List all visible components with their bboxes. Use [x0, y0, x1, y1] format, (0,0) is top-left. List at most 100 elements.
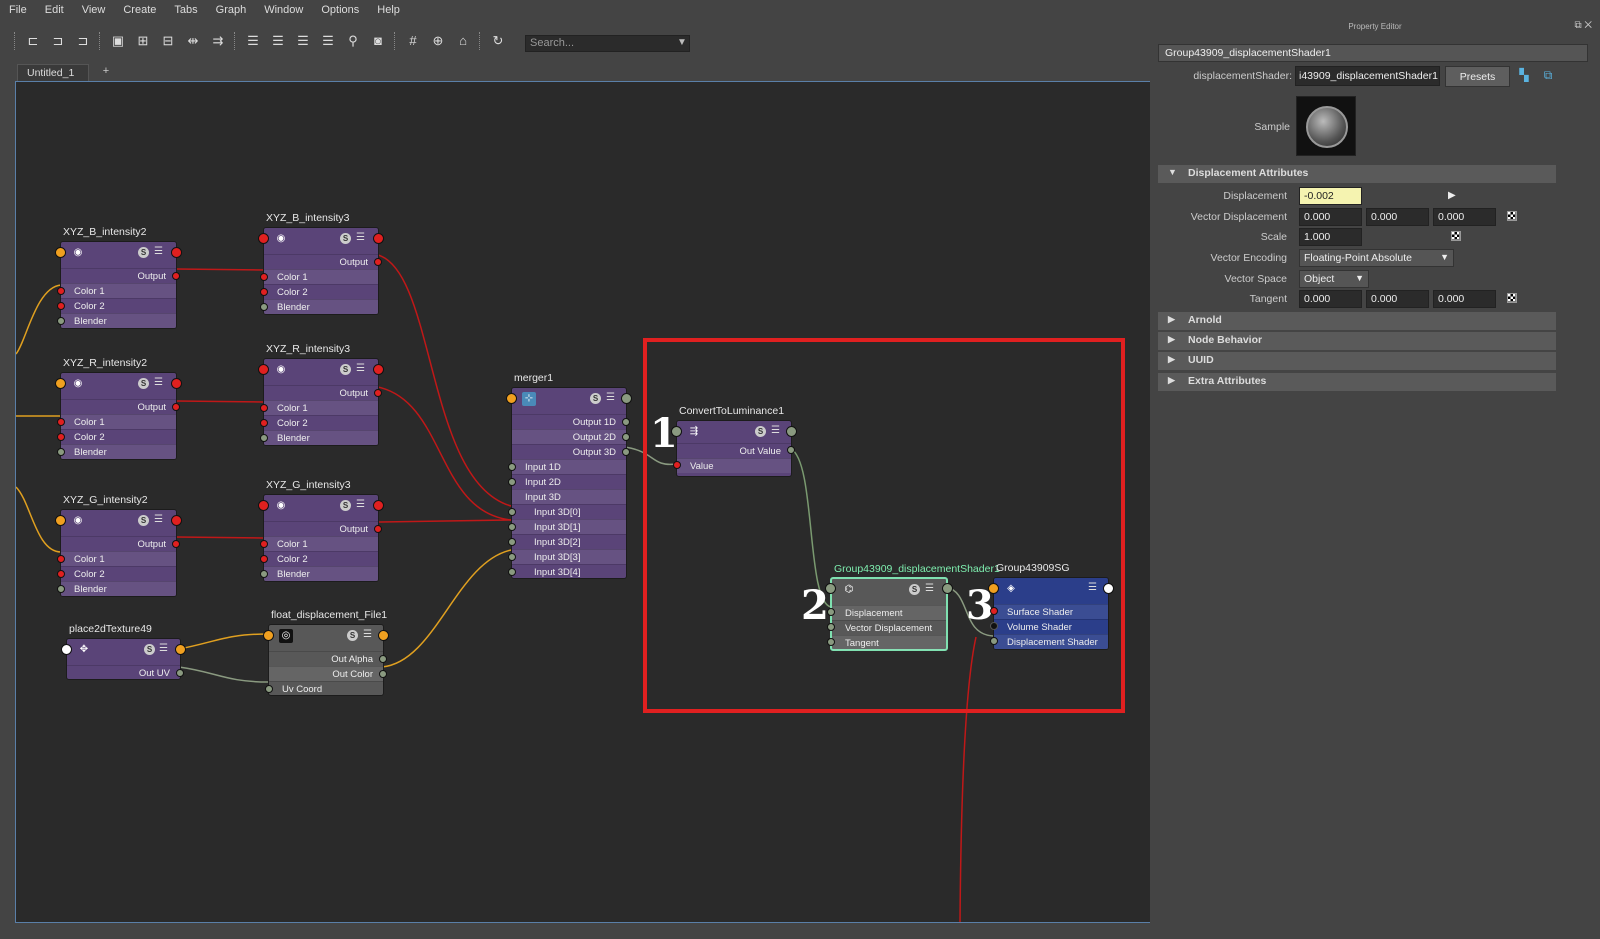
input-port[interactable] [508, 538, 516, 546]
input-port[interactable] [260, 540, 268, 548]
node-xyz-r-intensity2[interactable]: XYZ_R_intensity2 ◉ S ☰ Output Color 1 Colo… [55, 357, 182, 460]
chevron-down-icon[interactable]: ▼ [677, 37, 687, 48]
menu-edit[interactable]: Edit [36, 0, 73, 20]
add-tab-button[interactable]: + [96, 64, 116, 81]
input-port[interactable] [825, 583, 836, 594]
custom-mode-icon[interactable]: ☰ [318, 31, 338, 51]
input-port[interactable] [988, 583, 999, 594]
snap-icon[interactable]: ⊕ [428, 31, 448, 51]
remove-selected-icon[interactable]: ⊟ [158, 31, 178, 51]
node-tab[interactable]: Group43909_displacementShader1 [1158, 44, 1588, 62]
input-port[interactable] [827, 608, 835, 616]
input-port[interactable] [260, 555, 268, 563]
menu-tabs[interactable]: Tabs [165, 0, 206, 20]
node-merger1[interactable]: merger1 ⊹ S ☰ Output 1D Output 2D Output 3… [506, 372, 632, 579]
output-port[interactable] [175, 644, 186, 655]
input-port[interactable] [508, 523, 516, 531]
scale-field[interactable]: 1.000 [1299, 228, 1362, 246]
input-port[interactable] [265, 685, 273, 693]
tangent-y-field[interactable]: 0.000 [1366, 290, 1429, 308]
refresh-icon[interactable]: ↻ [488, 31, 508, 51]
graph-layout-icon[interactable]: ⇹ [183, 31, 203, 51]
input-port[interactable] [57, 287, 65, 295]
input-port[interactable] [260, 288, 268, 296]
input-port[interactable] [258, 500, 269, 511]
swatch-mode-icon[interactable]: S [138, 378, 149, 389]
search-node-icon[interactable]: ⚲ [343, 31, 363, 51]
output-port[interactable] [942, 583, 953, 594]
show-input-icon[interactable]: ▚ [1517, 68, 1531, 82]
output-port[interactable] [171, 378, 182, 389]
swatch-mode-icon[interactable]: S [755, 426, 766, 437]
rearrange-icon[interactable]: ⇉ [208, 31, 228, 51]
input-port[interactable] [508, 478, 516, 486]
input-port[interactable] [57, 302, 65, 310]
search-input[interactable]: Search... [525, 35, 690, 52]
node-xyz-b-intensity3[interactable]: XYZ_B_intensity3 ◉ S ☰ Output Color 1 Colo… [258, 212, 384, 315]
swatch-mode-icon[interactable]: S [909, 584, 920, 595]
input-port[interactable] [260, 404, 268, 412]
input-port[interactable] [57, 433, 65, 441]
input-port[interactable] [827, 638, 835, 646]
swatch-mode-icon[interactable]: S [340, 364, 351, 375]
output-port[interactable] [374, 258, 382, 266]
input-port[interactable] [827, 623, 835, 631]
input-port[interactable] [508, 553, 516, 561]
menu-options[interactable]: Options [312, 0, 368, 20]
node-xyz-g-intensity3[interactable]: XYZ_G_intensity3 ◉ S ☰ Output Color 1 Colo… [258, 479, 384, 582]
menu-help[interactable]: Help [368, 0, 409, 20]
menu-create[interactable]: Create [114, 0, 165, 20]
input-port[interactable] [673, 461, 681, 469]
node-xyz-g-intensity2[interactable]: XYZ_G_intensity2 ◉ S ☰ Output Color 1 Colo… [55, 494, 182, 597]
vector-displacement-z-field[interactable]: 0.000 [1433, 208, 1496, 226]
output-connections-icon[interactable]: ⊐ [73, 31, 93, 51]
input-port[interactable] [55, 378, 66, 389]
swatch-mode-icon[interactable]: S [340, 500, 351, 511]
output-port[interactable] [378, 630, 389, 641]
swatch-mode-icon[interactable]: S [144, 644, 155, 655]
snapshot-icon[interactable]: ◙ [368, 31, 388, 51]
checker-map-icon[interactable] [1507, 293, 1517, 303]
input-port[interactable] [508, 463, 516, 471]
checker-map-icon[interactable] [1451, 231, 1461, 241]
tangent-x-field[interactable]: 0.000 [1299, 290, 1362, 308]
input-connections-icon[interactable]: ⊏ [23, 31, 43, 51]
node-xyz-b-intensity2[interactable]: XYZ_B_intensity2 ◉ S ☰ Output Color 1 Colo… [55, 226, 182, 329]
input-port[interactable] [57, 585, 65, 593]
show-output-icon[interactable]: ⧉ [1541, 68, 1555, 82]
vector-space-dropdown[interactable]: Object ▼ [1299, 270, 1369, 288]
input-port[interactable] [61, 644, 72, 655]
swatch-mode-icon[interactable]: S [138, 515, 149, 526]
input-port[interactable] [57, 555, 65, 563]
node-convert-to-luminance1[interactable]: ConvertToLuminance1 ⇶ S ☰ Out Value Value [671, 405, 797, 477]
input-port[interactable] [55, 247, 66, 258]
input-port[interactable] [57, 570, 65, 578]
swatch-mode-icon[interactable]: S [340, 233, 351, 244]
output-port[interactable] [622, 418, 630, 426]
output-port[interactable] [172, 403, 180, 411]
input-port[interactable] [990, 607, 998, 615]
output-port[interactable] [1103, 583, 1114, 594]
camera-icon[interactable]: ⌂ [453, 31, 473, 51]
swatch-mode-icon[interactable]: S [347, 630, 358, 641]
layout-mode-icon[interactable]: ☰ [356, 364, 367, 375]
node-place2d-texture49[interactable]: place2dTexture49 ✥ S ☰ Out UV [61, 623, 186, 680]
section-uuid[interactable]: ▶ UUID [1158, 352, 1556, 370]
input-port[interactable] [508, 568, 516, 576]
menu-graph[interactable]: Graph [207, 0, 256, 20]
node-graph-canvas[interactable]: XYZ_B_intensity2 ◉ S ☰ Output Color 1 Colo… [15, 81, 1155, 923]
output-port[interactable] [379, 655, 387, 663]
input-port[interactable] [263, 630, 274, 641]
input-port[interactable] [57, 418, 65, 426]
map-button-icon[interactable]: ▶ [1448, 190, 1462, 202]
input-port[interactable] [57, 317, 65, 325]
input-port[interactable] [258, 233, 269, 244]
input-port[interactable] [57, 448, 65, 456]
layout-mode-icon[interactable]: ☰ [925, 584, 936, 595]
node-displacement-shader1[interactable]: Group43909_displacementShader1 ⌬ S ☰ Displ… [825, 563, 1000, 651]
presets-button[interactable]: Presets [1445, 66, 1510, 87]
input-port[interactable] [258, 364, 269, 375]
layout-mode-icon[interactable]: ☰ [154, 515, 165, 526]
add-selected-icon[interactable]: ⊞ [133, 31, 153, 51]
float-close-icon[interactable]: ⧉ ✕ [1574, 20, 1592, 31]
